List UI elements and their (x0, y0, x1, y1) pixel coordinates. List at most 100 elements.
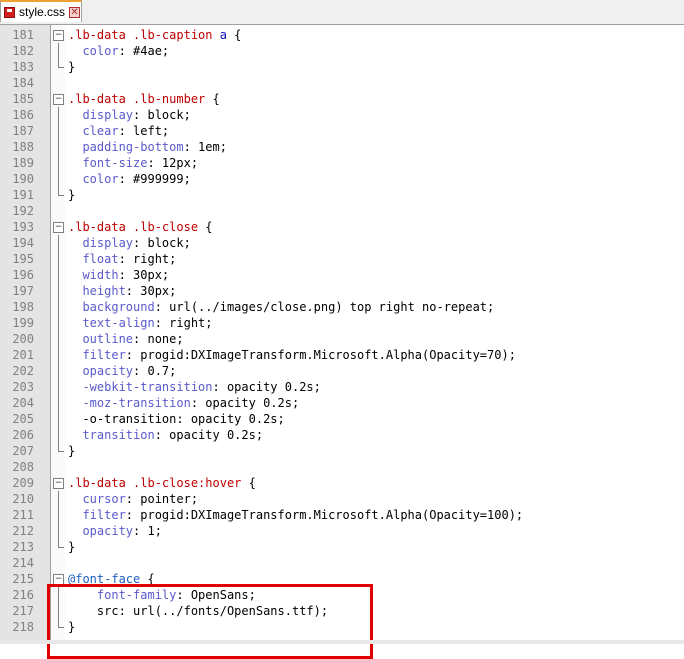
line-number: 202 (12, 364, 34, 378)
code-line[interactable]: 210 cursor: pointer; (0, 491, 684, 507)
code-text: .lb-data .lb-caption a { (68, 27, 241, 43)
code-token: -webkit-transition (68, 380, 213, 394)
code-line[interactable]: 186 display: block; (0, 107, 684, 123)
fold-guide (53, 187, 64, 203)
code-token: filter (68, 508, 126, 522)
code-token: : progid:DXImageTransform.Microsoft.Alph… (125, 348, 516, 362)
fold-toggle-icon[interactable] (53, 27, 64, 43)
fold-guide (53, 603, 64, 619)
code-line[interactable]: 187 clear: left; (0, 123, 684, 139)
code-line[interactable]: 211 filter: progid:DXImageTransform.Micr… (0, 507, 684, 523)
code-text: height: 30px; (68, 283, 176, 299)
code-token: } (68, 60, 76, 74)
code-token: :hover (198, 476, 242, 490)
line-number: 197 (12, 284, 34, 298)
code-token: : block; (133, 236, 191, 250)
code-line[interactable]: 184 (0, 75, 684, 91)
code-line[interactable]: 192 (0, 203, 684, 219)
code-line[interactable]: 200 outline: none; (0, 331, 684, 347)
code-line[interactable]: 191} (0, 187, 684, 203)
fold-guide (53, 507, 64, 523)
code-line[interactable]: 203 -webkit-transition: opacity 0.2s; (0, 379, 684, 395)
code-line[interactable]: 196 width: 30px; (0, 267, 684, 283)
code-token: filter (68, 348, 126, 362)
file-modified-icon (4, 6, 15, 18)
code-token: { (205, 92, 220, 106)
code-text: width: 30px; (68, 267, 169, 283)
code-token: font-family (68, 588, 177, 602)
line-number: 218 (12, 620, 34, 634)
code-text: display: block; (68, 107, 190, 123)
code-line[interactable]: 195 float: right; (0, 251, 684, 267)
code-line[interactable]: 209 .lb-data .lb-close:hover { (0, 475, 684, 491)
code-token: cursor (68, 492, 126, 506)
line-number: 190 (12, 172, 34, 186)
code-line[interactable]: 197 height: 30px; (0, 283, 684, 299)
code-line[interactable]: 188 padding-bottom: 1em; (0, 139, 684, 155)
code-line[interactable]: 183} (0, 59, 684, 75)
fold-guide (53, 539, 64, 555)
code-line[interactable]: 194 display: block; (0, 235, 684, 251)
code-text: .lb-data .lb-close { (68, 219, 213, 235)
fold-guide (53, 267, 64, 283)
code-text: @font-face { (68, 571, 155, 587)
code-text: -webkit-transition: opacity 0.2s; (68, 379, 321, 395)
code-line[interactable]: 182 color: #4ae; (0, 43, 684, 59)
code-line[interactable]: 193 .lb-data .lb-close { (0, 219, 684, 235)
code-line[interactable]: 189 font-size: 12px; (0, 155, 684, 171)
fold-toggle-icon[interactable] (53, 571, 64, 587)
code-line[interactable]: 202 opacity: 0.7; (0, 363, 684, 379)
code-token: src: url(../fonts/OpenSans.ttf); (68, 604, 329, 618)
code-text: text-align: right; (68, 315, 213, 331)
code-line[interactable]: 199 text-align: right; (0, 315, 684, 331)
code-line[interactable]: 215 @font-face { (0, 571, 684, 587)
code-text: font-family: OpenSans; (68, 587, 256, 603)
code-line[interactable]: 213} (0, 539, 684, 555)
line-number: 188 (12, 140, 34, 154)
fold-guide (53, 235, 64, 251)
fold-guide (53, 411, 64, 427)
code-token: : right; (118, 252, 177, 266)
code-line[interactable]: 190 color: #999999; (0, 171, 684, 187)
code-token: outline (68, 332, 134, 346)
code-line[interactable]: 201 filter: progid:DXImageTransform.Micr… (0, 347, 684, 363)
line-number: 193 (12, 220, 34, 234)
code-line[interactable]: 181 .lb-data .lb-caption a { (0, 27, 684, 43)
code-text: -moz-transition: opacity 0.2s; (68, 395, 299, 411)
code-text: color: #4ae; (68, 43, 169, 59)
code-text: } (68, 619, 75, 635)
code-line[interactable]: 214 (0, 555, 684, 571)
fold-toggle-icon[interactable] (53, 475, 64, 491)
code-token: } (68, 188, 76, 202)
line-number: 213 (12, 540, 34, 554)
code-token: : opacity 0.2s; (212, 380, 321, 394)
code-token: : right; (154, 316, 213, 330)
code-line[interactable]: 207} (0, 443, 684, 459)
horizontal-scrollbar[interactable] (0, 640, 684, 644)
code-line[interactable]: 216 font-family: OpenSans; (0, 587, 684, 603)
code-line[interactable]: 198 background: url(../images/close.png)… (0, 299, 684, 315)
code-line[interactable]: 206 transition: opacity 0.2s; (0, 427, 684, 443)
code-text: -o-transition: opacity 0.2s; (68, 411, 284, 427)
code-line[interactable]: 217 src: url(../fonts/OpenSans.ttf); (0, 603, 684, 619)
code-line[interactable]: 212 opacity: 1; (0, 523, 684, 539)
line-number: 203 (12, 380, 34, 394)
code-line[interactable]: 218} (0, 619, 684, 635)
tab-style-css[interactable]: style.css ✕ (0, 0, 82, 22)
code-line[interactable]: 204 -moz-transition: opacity 0.2s; (0, 395, 684, 411)
line-number: 217 (12, 604, 34, 618)
close-tab-icon[interactable]: ✕ (69, 6, 81, 18)
code-token: text-align (68, 316, 155, 330)
code-line[interactable]: 205 -o-transition: opacity 0.2s; (0, 411, 684, 427)
code-line[interactable]: 185 .lb-data .lb-number { (0, 91, 684, 107)
fold-guide (53, 331, 64, 347)
code-line[interactable]: 208 (0, 459, 684, 475)
tab-bar: style.css ✕ (0, 0, 684, 25)
fold-guide (53, 587, 64, 603)
fold-guide (53, 123, 64, 139)
fold-toggle-icon[interactable] (53, 91, 64, 107)
line-number: 199 (12, 316, 34, 330)
code-text: font-size: 12px; (68, 155, 198, 171)
fold-toggle-icon[interactable] (53, 219, 64, 235)
code-editor[interactable]: 181.lb-data .lb-caption a {182 color: #4… (0, 25, 684, 659)
